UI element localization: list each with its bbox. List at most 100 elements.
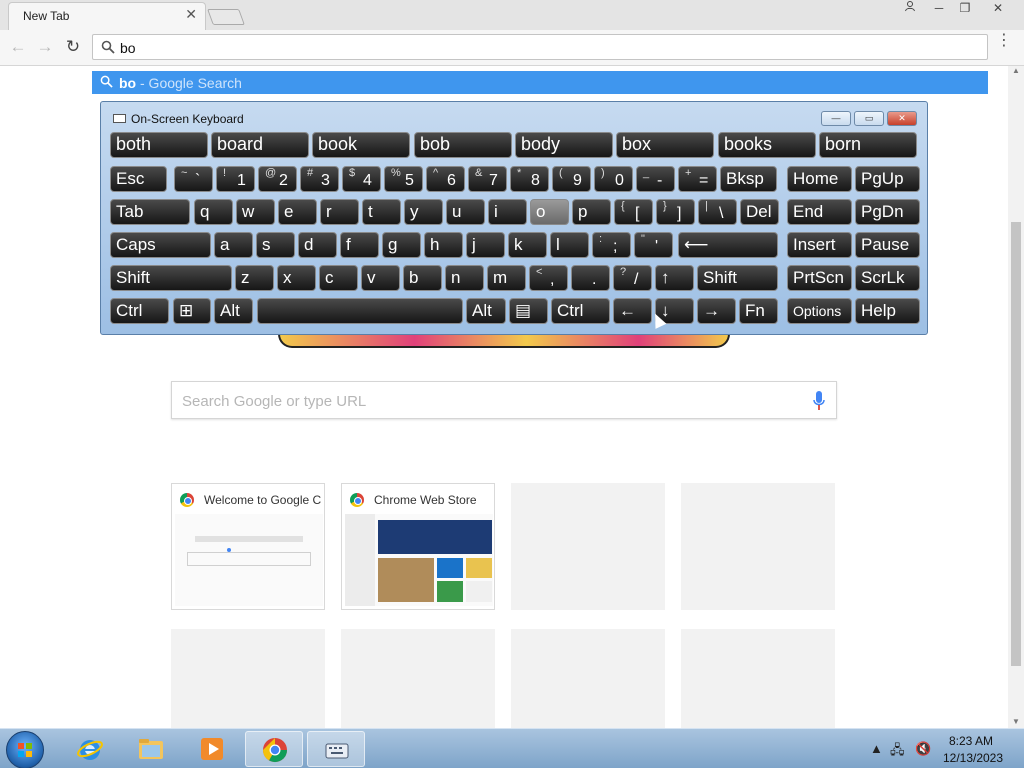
restore-button[interactable]: ❐ [952,0,978,18]
key-q[interactable]: q [194,199,233,225]
key-space[interactable] [257,298,463,324]
minimize-button[interactable]: ─ [926,0,952,18]
key-caps[interactable]: Caps [110,232,211,258]
key-r[interactable]: r [320,199,359,225]
key-shift[interactable]: Shift [110,265,232,291]
key-windows[interactable]: ⊞ [173,298,211,324]
key-9[interactable]: (9 [552,166,591,192]
volume-muted-icon[interactable]: 🔇 [915,741,931,757]
key-ctrl[interactable]: Ctrl [110,298,169,324]
key-alt-right[interactable]: Alt [466,298,506,324]
ntp-search-input[interactable]: Search Google or type URL [171,381,837,419]
key-3[interactable]: #3 [300,166,339,192]
key-help[interactable]: Help [855,298,920,324]
key-e[interactable]: e [278,199,317,225]
taskbar-chrome[interactable] [245,731,303,767]
key-fn[interactable]: Fn [739,298,778,324]
key-0[interactable]: ) 0 [594,166,633,192]
key-close-bracket[interactable]: }] [656,199,695,225]
scroll-down-icon[interactable]: ▼ [1012,717,1020,726]
key-home[interactable]: Home [787,166,852,192]
key-scrlk[interactable]: ScrLk [855,265,920,291]
key-insert[interactable]: Insert [787,232,852,258]
key-6[interactable]: ^ 6 [426,166,465,192]
omnibox-input[interactable]: bo [92,34,988,60]
key-comma[interactable]: <, [529,265,568,291]
chrome-menu-button[interactable]: ⋮ [996,33,1012,49]
key-y[interactable]: y [404,199,443,225]
tab-close-icon[interactable]: ✕ [185,6,197,23]
key-w[interactable]: w [236,199,275,225]
key-v[interactable]: v [361,265,400,291]
user-icon[interactable] [897,0,923,18]
key-s[interactable]: s [256,232,295,258]
key-alt[interactable]: Alt [214,298,253,324]
key-i[interactable]: i [488,199,527,225]
key-j[interactable]: j [466,232,505,258]
prediction-key-book[interactable]: book [312,132,410,158]
tab-new-tab[interactable]: New Tab ✕ [8,2,206,30]
clock-time[interactable]: 8:23 AM [936,734,1006,748]
prediction-key-books[interactable]: books [718,132,816,158]
key-8[interactable]: * 8 [510,166,549,192]
scrollbar-thumb[interactable] [1011,222,1021,666]
omnibox-suggestion[interactable]: bo - Google Search [92,71,988,94]
key-backslash[interactable]: | \ [698,199,737,225]
key-=[interactable]: + = [678,166,717,192]
key-options[interactable]: Options [787,298,852,324]
key-quote[interactable]: " ' [634,232,673,258]
reload-button[interactable]: ↻ [62,36,84,58]
prediction-key-bob[interactable]: bob [414,132,512,158]
osk-close-button[interactable]: ✕ [887,111,917,126]
osk-minimize-button[interactable]: — [821,111,851,126]
key-b[interactable]: b [403,265,442,291]
key-n[interactable]: n [445,265,484,291]
key-bksp[interactable]: Bksp [720,166,777,192]
key-pgdn[interactable]: PgDn [855,199,920,225]
show-hidden-icons-icon[interactable]: ▲ [870,741,883,756]
key-menu[interactable]: ▤ [509,298,548,324]
prediction-key-box[interactable]: box [616,132,714,158]
key-open-bracket[interactable]: {[ [614,199,653,225]
key-l[interactable]: l [550,232,589,258]
prediction-key-body[interactable]: body [515,132,613,158]
key-u[interactable]: u [446,199,485,225]
key-pause[interactable]: Pause [855,232,920,258]
key-2[interactable]: @2 [258,166,297,192]
osk-maximize-button[interactable]: ▭ [854,111,884,126]
key-backtick[interactable]: ~ ` [174,166,213,192]
key-enter[interactable]: ⟵ [678,232,778,258]
key-prtscn[interactable]: PrtScn [787,265,852,291]
key-7[interactable]: & 7 [468,166,507,192]
prediction-key-born[interactable]: born [819,132,917,158]
key-f[interactable]: f [340,232,379,258]
key-right-arrow[interactable]: → [697,298,736,324]
key-h[interactable]: h [424,232,463,258]
key-p[interactable]: p [572,199,611,225]
forward-button[interactable]: → [34,36,56,58]
key-period[interactable]: . [571,265,610,291]
key-c[interactable]: c [319,265,358,291]
key-1[interactable]: ! 1 [216,166,255,192]
clock-date[interactable]: 12/13/2023 [938,751,1008,765]
taskbar-media-player[interactable] [183,731,241,767]
key-z[interactable]: z [235,265,274,291]
key--[interactable]: _ - [636,166,675,192]
most-visited-tile[interactable]: Chrome Web Store [341,483,495,610]
key-k[interactable]: k [508,232,547,258]
key-pgup[interactable]: PgUp [855,166,920,192]
key-m[interactable]: m [487,265,526,291]
close-button[interactable]: ✕ [985,0,1011,18]
key-up-arrow[interactable]: ↑ [655,265,694,291]
key-slash[interactable]: ? / [613,265,652,291]
key-a[interactable]: a [214,232,253,258]
key-o[interactable]: o [530,199,569,225]
key-x[interactable]: x [277,265,316,291]
key-shift[interactable]: Shift [697,265,778,291]
key-end[interactable]: End [787,199,852,225]
key-semicolon[interactable]: :; [592,232,631,258]
microphone-icon[interactable] [812,390,826,412]
most-visited-tile[interactable]: Welcome to Google C [171,483,325,610]
key-g[interactable]: g [382,232,421,258]
key-esc[interactable]: Esc [110,166,167,192]
